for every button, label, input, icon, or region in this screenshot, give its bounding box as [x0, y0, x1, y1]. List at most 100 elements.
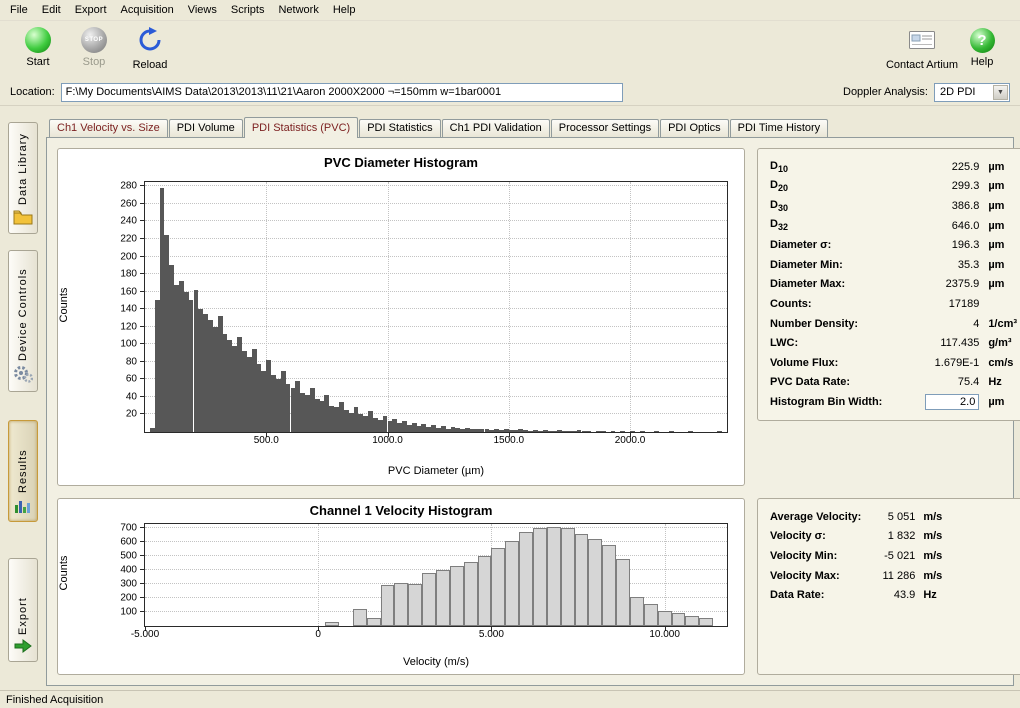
menu-bar: FileEditExportAcquisitionViewsScriptsNet…: [0, 0, 1020, 21]
menu-help[interactable]: Help: [326, 1, 363, 19]
axis-tick-label: -5.000: [131, 629, 159, 640]
tick-mark: [140, 583, 145, 584]
axis-tick-label: 280: [120, 181, 137, 192]
stat-unit: cm/s: [979, 357, 1020, 369]
stat-unit: µm: [979, 396, 1020, 408]
histogram-bar: [436, 570, 450, 626]
stat-label: D20: [770, 179, 788, 193]
help-icon: ?: [970, 28, 995, 53]
histogram-bar: [464, 562, 478, 626]
histogram-bar: [381, 585, 395, 626]
axis-tick-label: 400: [120, 565, 137, 576]
histogram-bar: [519, 532, 533, 626]
menu-scripts[interactable]: Scripts: [224, 1, 272, 19]
menu-edit[interactable]: Edit: [35, 1, 68, 19]
histogram-bar: [688, 431, 693, 432]
stat-value: 11 286: [861, 570, 915, 582]
menu-file[interactable]: File: [3, 1, 35, 19]
help-button[interactable]: ? Help: [954, 24, 1010, 71]
stat-unit: µm: [979, 278, 1020, 290]
stat-row: D32646.0µm: [770, 216, 1020, 236]
gridline: [145, 291, 727, 292]
sidebar-item-results[interactable]: Results: [8, 420, 38, 522]
axis-tick-label: 100: [120, 607, 137, 618]
menu-views[interactable]: Views: [181, 1, 224, 19]
axis-tick-label: 180: [120, 269, 137, 280]
stat-unit: 1/cm³: [979, 318, 1020, 330]
histogram-bar: [630, 597, 644, 626]
gridline: [318, 524, 319, 626]
tab-pdi-statistics-pvc-[interactable]: PDI Statistics (PVC): [244, 117, 358, 138]
stat-label: Diameter σ:: [770, 239, 831, 251]
gridline: [145, 273, 727, 274]
stat-row: PVC Data Rate:75.4Hz: [770, 373, 1020, 393]
stat-label: Velocity Max:: [770, 570, 840, 582]
stat-value: 196.3: [909, 239, 979, 251]
stat-value: 4: [909, 318, 979, 330]
tab-pdi-statistics[interactable]: PDI Statistics: [359, 119, 440, 137]
sidebar-item-data-library[interactable]: Data Library: [8, 122, 38, 234]
stat-label: Histogram Bin Width:: [770, 396, 882, 408]
stop-icon: STOP: [81, 27, 107, 53]
tick-mark: [140, 361, 145, 362]
histogram-bar: [699, 618, 713, 626]
gridline: [145, 308, 727, 309]
histogram-bar: [533, 528, 547, 626]
histogram-bar: [601, 431, 606, 432]
axis-tick-label: 260: [120, 198, 137, 209]
histogram-bar: [575, 534, 589, 626]
help-label: Help: [971, 56, 994, 68]
tick-mark: [140, 185, 145, 186]
contact-card-icon: [908, 27, 936, 56]
histogram-bar: [669, 431, 674, 432]
stat-label: Velocity Min:: [770, 550, 837, 562]
histogram-bar: [408, 584, 422, 626]
histogram-bar: [450, 566, 464, 626]
contact-artium-button[interactable]: Contact Artium: [894, 24, 950, 71]
tab-pdi-volume[interactable]: PDI Volume: [169, 119, 243, 137]
gridline: [145, 256, 727, 257]
histogram-bar: [685, 616, 699, 626]
gridline: [145, 185, 727, 186]
menu-network[interactable]: Network: [271, 1, 325, 19]
reload-button[interactable]: Reload: [122, 24, 178, 71]
gridline: [145, 238, 727, 239]
doppler-analysis-value: 2D PDI: [940, 86, 975, 98]
sidebar-item-export[interactable]: Export: [8, 558, 38, 662]
sidebar-item-device-controls[interactable]: Device Controls: [8, 250, 38, 392]
axis-tick-label: 10.000: [649, 629, 680, 640]
axis-tick-label: 140: [120, 304, 137, 315]
stat-value: 117.435: [909, 337, 979, 349]
menu-export[interactable]: Export: [68, 1, 114, 19]
menu-acquisition[interactable]: Acquisition: [114, 1, 181, 19]
tab-ch1-velocity-vs-size[interactable]: Ch1 Velocity vs. Size: [49, 119, 168, 137]
start-button[interactable]: Start: [10, 24, 66, 68]
stat-label: Velocity σ:: [770, 530, 826, 542]
histogram-bar: [616, 559, 630, 626]
tick-mark: [140, 541, 145, 542]
tab-pdi-optics[interactable]: PDI Optics: [660, 119, 729, 137]
stat-label: Counts:: [770, 298, 812, 310]
location-input[interactable]: [61, 83, 623, 102]
stat-value: 5 051: [861, 511, 915, 523]
tick-mark: [140, 343, 145, 344]
stat-row: Velocity Max:11 286m/s: [770, 566, 1020, 586]
axis-tick-label: 2000.0: [615, 435, 646, 446]
gridline: [388, 182, 389, 432]
sidebar-item-label: Results: [17, 428, 29, 493]
axis-tick-label: 60: [126, 374, 137, 385]
x-axis-label: PVC Diameter (µm): [144, 465, 728, 477]
tick-mark: [140, 569, 145, 570]
tab-ch1-pdi-validation[interactable]: Ch1 PDI Validation: [442, 119, 550, 137]
histogram-bin-width-input[interactable]: [925, 394, 979, 410]
tab-processor-settings[interactable]: Processor Settings: [551, 119, 659, 137]
tab-pdi-time-history[interactable]: PDI Time History: [730, 119, 829, 137]
tick-mark: [140, 291, 145, 292]
tick-mark: [140, 273, 145, 274]
stop-button[interactable]: STOP Stop: [66, 24, 122, 68]
doppler-analysis-dropdown[interactable]: 2D PDI ▼: [934, 83, 1010, 102]
gridline: [630, 182, 631, 432]
histogram-bar: [640, 431, 645, 432]
pdi-statistics-pvc-panel: PVC Diameter Histogram Counts 2040608010…: [46, 137, 1014, 686]
plot-area: 2040608010012014016018020022024026028050…: [144, 181, 728, 433]
